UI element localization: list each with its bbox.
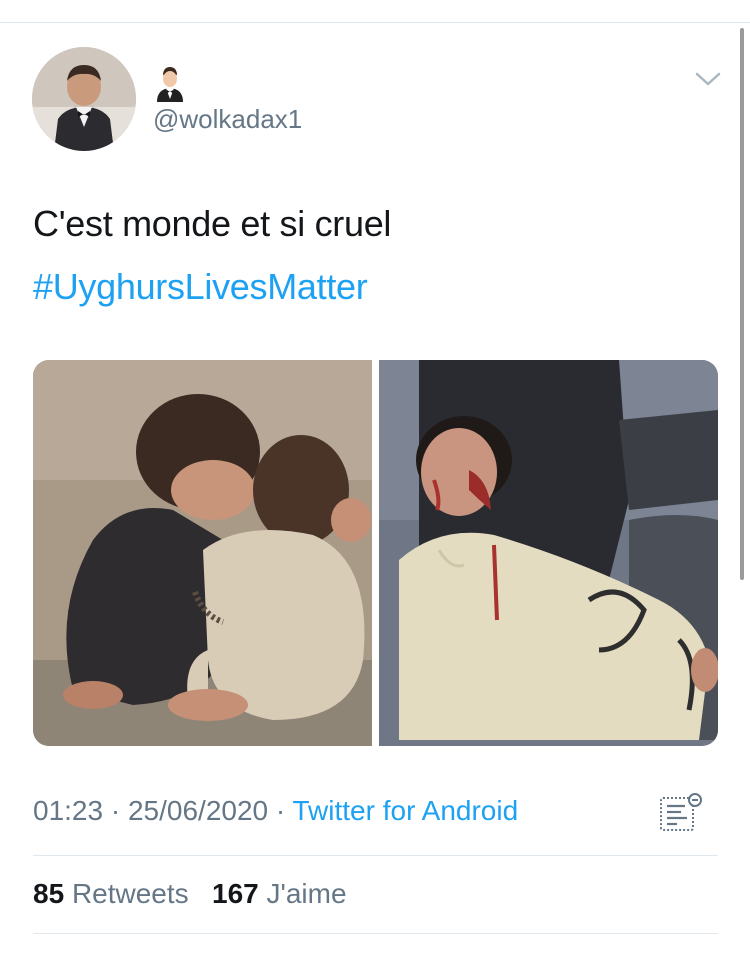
tweet-source-link[interactable]: Twitter for Android [293, 795, 519, 826]
avatar[interactable] [32, 47, 136, 151]
chevron-down-icon[interactable] [694, 70, 722, 90]
divider [33, 933, 718, 934]
top-divider [0, 22, 750, 23]
divider [33, 855, 718, 856]
retweets-label: Retweets [71, 878, 189, 909]
likes-stat[interactable]: 167 J'aime [212, 878, 347, 909]
user-handle[interactable]: @wolkadax1 [153, 104, 302, 135]
likes-label: J'aime [266, 878, 347, 909]
tweet-time: 01:23 [33, 795, 104, 826]
retweets-count: 85 [33, 878, 65, 909]
hashtag-link[interactable]: #UyghursLivesMatter [33, 266, 368, 308]
retweets-stat[interactable]: 85 Retweets [33, 878, 189, 909]
tweet-date: 25/06/2020 [127, 795, 269, 826]
meta-separator: · [110, 795, 121, 826]
tweet-timestamp-source: 01:23 · 25/06/2020 · Twitter for Android [33, 795, 518, 827]
man-in-tuxedo-emoji [157, 67, 183, 102]
meta-separator: · [275, 795, 286, 826]
likes-count: 167 [212, 878, 259, 909]
scrollbar[interactable] [740, 28, 744, 580]
tweet-photo-left[interactable] [33, 360, 372, 746]
analytics-icon[interactable] [659, 792, 705, 834]
tweet-stats: 85 Retweets 167 J'aime [33, 878, 347, 910]
tweet-text: C'est monde et si cruel [33, 203, 392, 244]
tweet-photo-right[interactable] [379, 360, 718, 746]
